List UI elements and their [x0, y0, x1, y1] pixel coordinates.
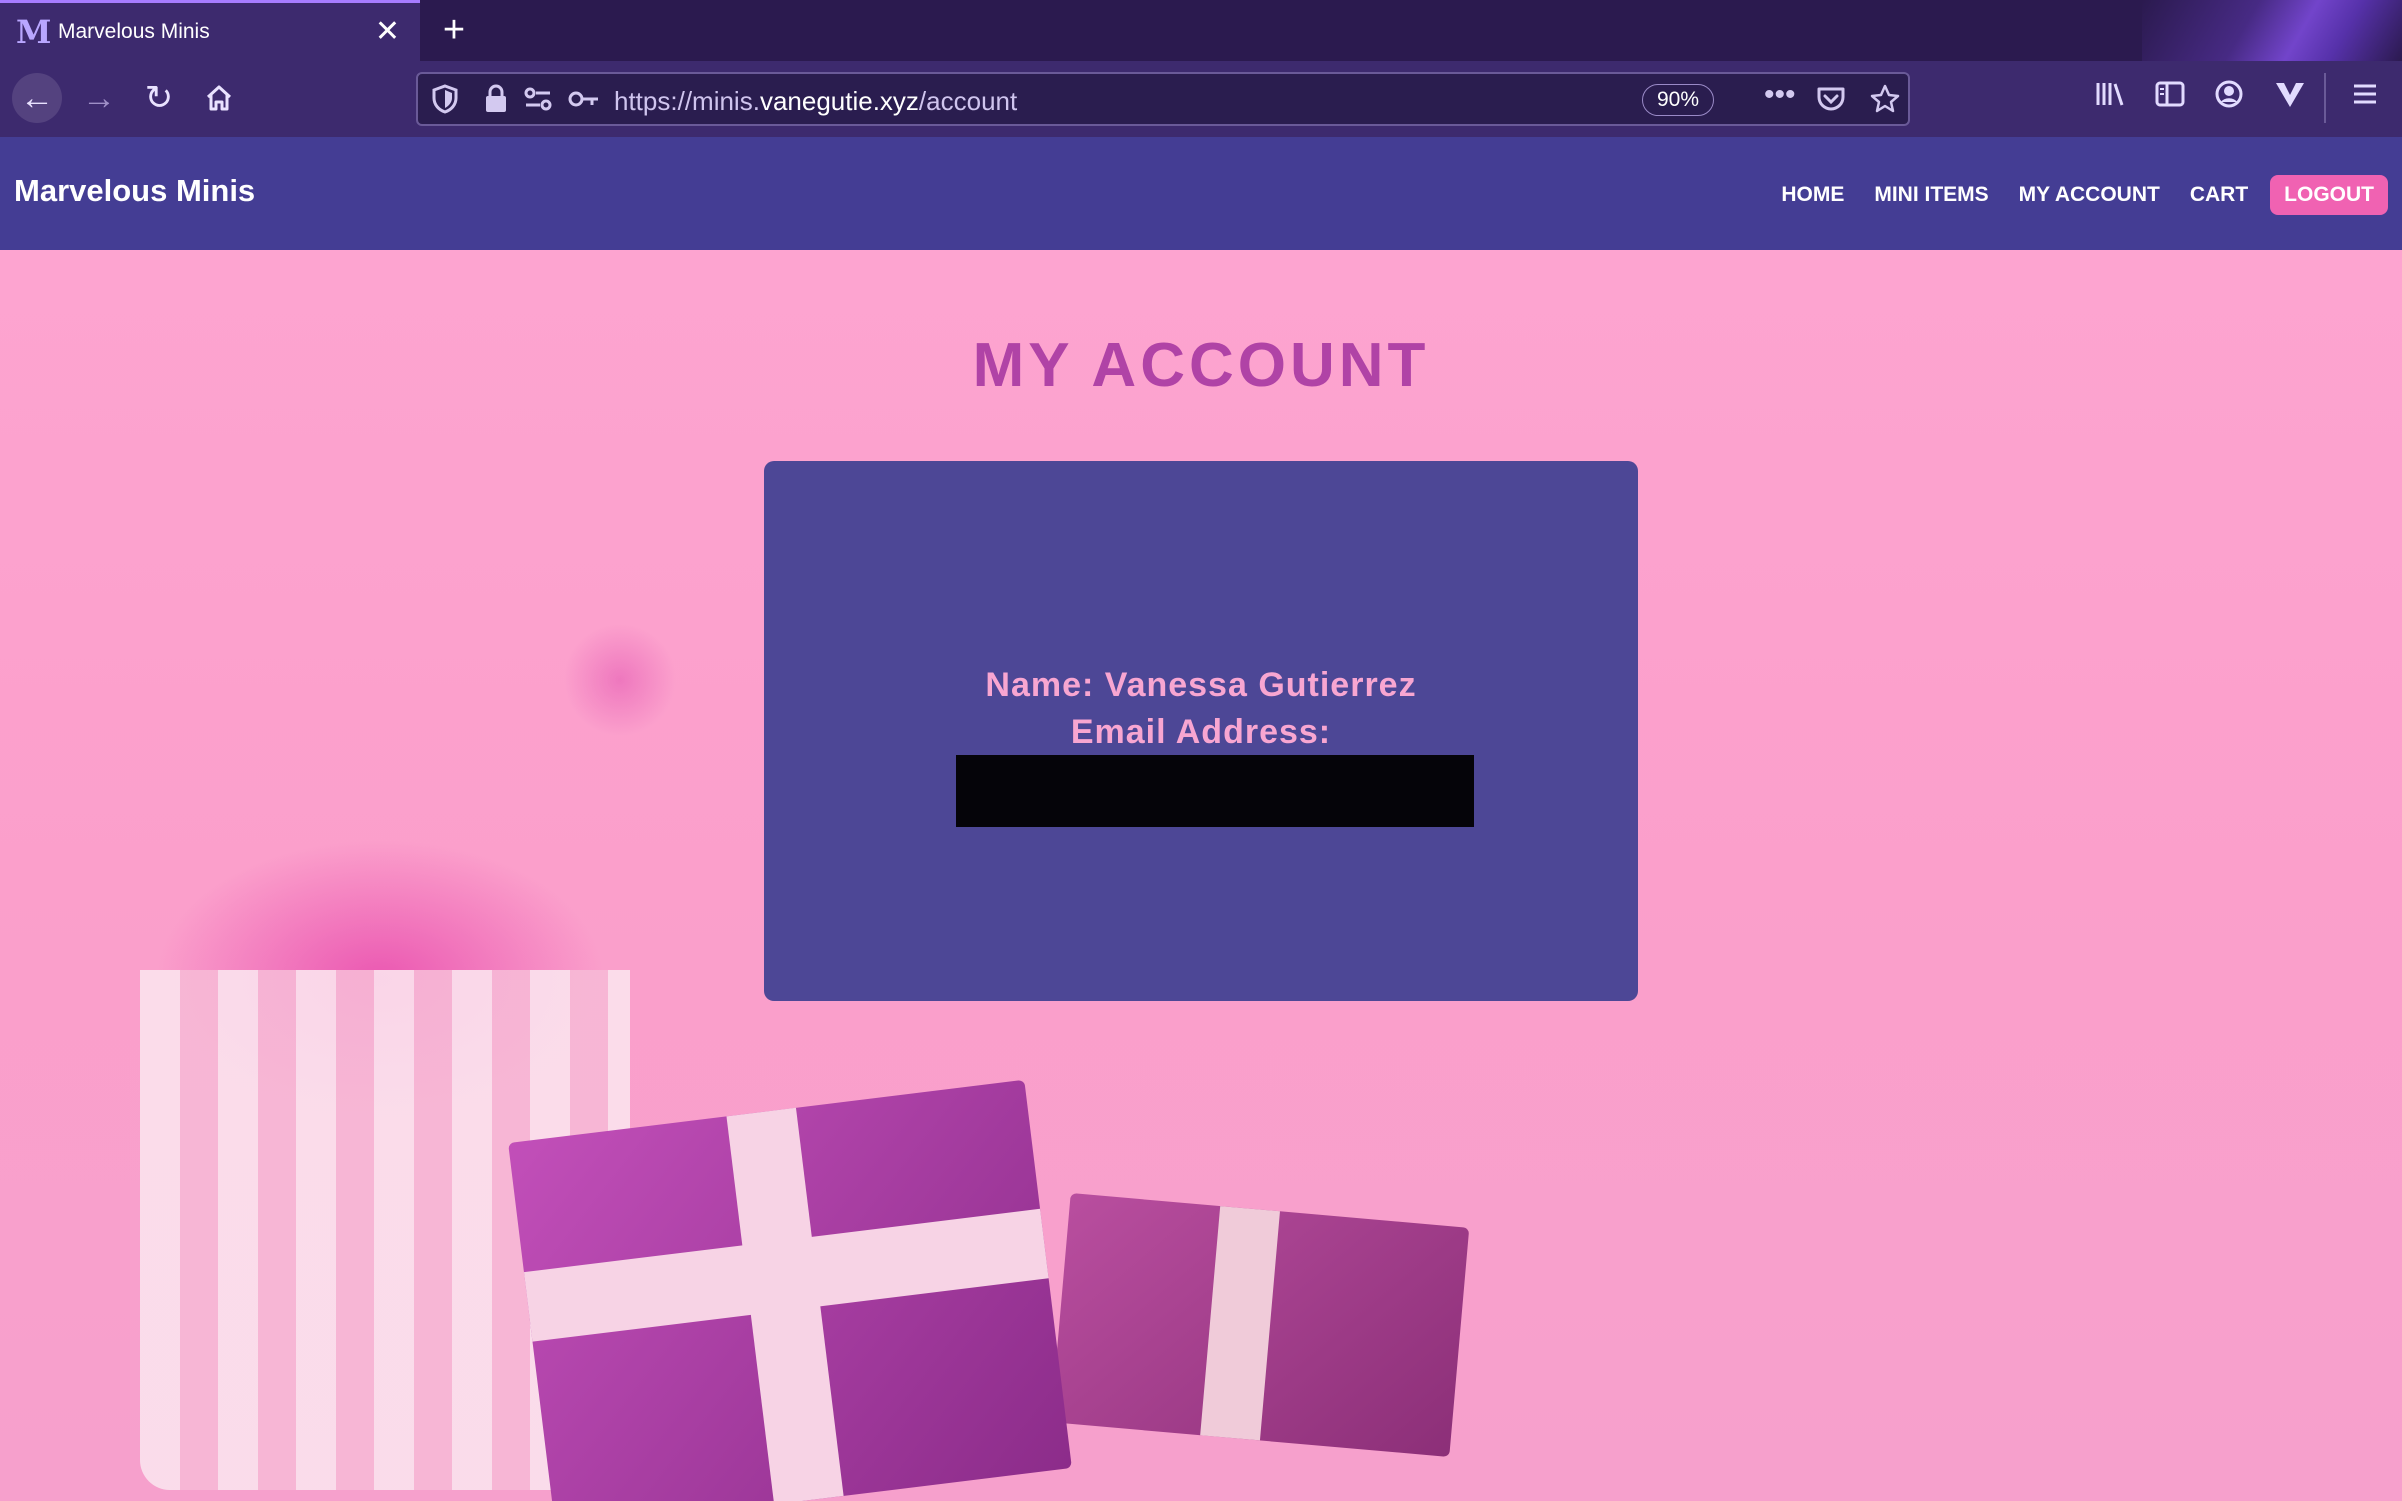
url-scheme: https://minis.	[614, 86, 760, 116]
account-page: MY ACCOUNT Name: Vanessa Gutierrez Email…	[0, 250, 2402, 1501]
url-path: /account	[918, 86, 1018, 116]
logout-button[interactable]: LOGOUT	[2270, 175, 2388, 215]
background-gift-image	[1050, 1193, 1470, 1457]
site-favicon-icon: M	[16, 13, 52, 51]
sidebar-icon[interactable]	[2154, 79, 2186, 109]
browser-toolbar: ← → ↻ https://minis.vanegutie.xyz/accoun…	[0, 61, 2402, 137]
forward-arrow-icon: →	[82, 79, 116, 117]
back-button[interactable]: ←	[12, 73, 62, 123]
home-button[interactable]	[194, 73, 244, 123]
page-title: MY ACCOUNT	[972, 331, 1430, 400]
site-brand[interactable]: Marvelous Minis	[14, 173, 255, 209]
lock-icon[interactable]	[484, 84, 508, 114]
pocket-icon[interactable]	[1816, 84, 1846, 114]
browser-tab-strip: M Marvelous Minis ✕ +	[0, 0, 2402, 61]
home-icon	[206, 85, 232, 111]
toolbar-divider	[2324, 73, 2326, 123]
back-arrow-icon: ←	[20, 79, 54, 117]
nav-my-account[interactable]: MY ACCOUNT	[2019, 183, 2160, 207]
shield-icon[interactable]	[432, 84, 458, 114]
new-tab-button[interactable]: +	[434, 10, 474, 50]
account-email-label: Email Address:	[1070, 713, 1332, 751]
redacted-email	[956, 755, 1474, 827]
key-icon[interactable]	[568, 84, 600, 114]
tab-close-icon[interactable]: ✕	[375, 17, 400, 47]
browser-tab-active[interactable]: M Marvelous Minis ✕	[0, 0, 420, 61]
reload-icon: ↻	[144, 79, 174, 117]
account-info-card: Name: Vanessa Gutierrez Email Address:	[764, 461, 1638, 1001]
site-header: Marvelous Minis HOME MINI ITEMS MY ACCOU…	[0, 137, 2402, 250]
main-nav: HOME MINI ITEMS MY ACCOUNT CART LOGOUT	[1751, 175, 2388, 215]
theme-decoration	[2142, 0, 2402, 61]
zoom-level-badge[interactable]: 90%	[1642, 84, 1715, 116]
nav-cart[interactable]: CART	[2190, 183, 2248, 207]
forward-button[interactable]: →	[74, 73, 124, 123]
reload-button[interactable]: ↻	[134, 73, 184, 123]
permissions-icon[interactable]	[524, 84, 552, 114]
extension-icon[interactable]	[2274, 79, 2306, 109]
url-host: vanegutie.xyz	[759, 86, 919, 116]
url-text[interactable]: https://minis.vanegutie.xyz/account	[614, 86, 1017, 117]
account-name: Name: Vanessa Gutierrez	[985, 666, 1417, 704]
more-icon[interactable]: •••	[1764, 80, 1796, 110]
tab-title: Marvelous Minis	[58, 20, 210, 43]
account-icon[interactable]	[2214, 79, 2244, 109]
nav-mini-items[interactable]: MINI ITEMS	[1874, 183, 1988, 207]
menu-icon[interactable]	[2350, 79, 2380, 109]
background-gift-image	[508, 1079, 1072, 1501]
address-bar[interactable]: https://minis.vanegutie.xyz/account 90% …	[416, 72, 1910, 126]
nav-home[interactable]: HOME	[1781, 183, 1844, 207]
library-icon[interactable]	[2094, 79, 2126, 109]
star-icon[interactable]	[1870, 84, 1900, 114]
